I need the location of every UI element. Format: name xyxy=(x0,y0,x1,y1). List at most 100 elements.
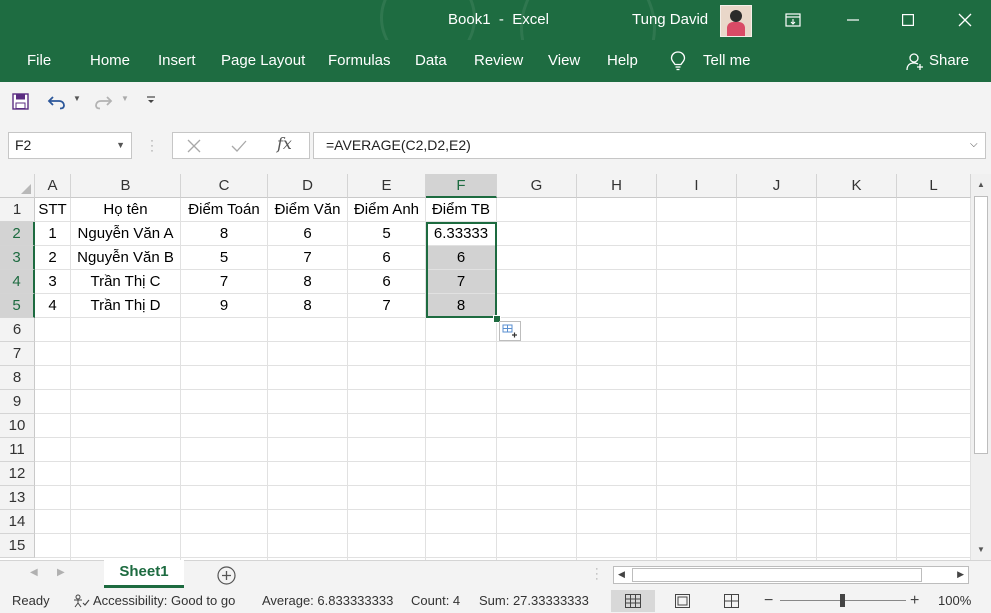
undo-icon[interactable] xyxy=(47,93,67,110)
redo-dropdown-icon[interactable]: ▼ xyxy=(121,94,129,103)
cell-e2[interactable]: 5 xyxy=(348,222,426,246)
row-header-13[interactable]: 13 xyxy=(0,486,35,510)
tab-page-layout[interactable]: Page Layout xyxy=(221,40,305,82)
cell-a5[interactable]: 4 xyxy=(35,294,71,318)
cell-e1[interactable]: Điểm Anh xyxy=(348,198,426,222)
row-header-12[interactable]: 12 xyxy=(0,462,35,486)
cell-b1[interactable]: Họ tên xyxy=(71,198,181,222)
row-header-7[interactable]: 7 xyxy=(0,342,35,366)
row-header-11[interactable]: 11 xyxy=(0,438,35,462)
cell-c5[interactable]: 9 xyxy=(181,294,268,318)
ribbon-display-options-button[interactable] xyxy=(770,0,816,40)
cell-f5[interactable]: 8 xyxy=(426,294,497,318)
scroll-right-icon[interactable]: ▶ xyxy=(957,569,964,580)
column-header-c[interactable]: C xyxy=(181,174,268,198)
undo-dropdown-icon[interactable]: ▼ xyxy=(73,94,81,103)
insert-function-button[interactable]: fx xyxy=(277,134,292,153)
scroll-left-icon[interactable]: ◀ xyxy=(618,569,625,580)
share-person-icon[interactable] xyxy=(906,53,924,71)
horizontal-scrollbar[interactable]: ◀ ▶ xyxy=(613,566,969,584)
save-icon[interactable] xyxy=(12,93,29,110)
row-header-3[interactable]: 3 xyxy=(0,246,35,270)
zoom-out-button[interactable]: − xyxy=(764,589,773,613)
accessibility-icon[interactable] xyxy=(72,594,90,608)
tab-home[interactable]: Home xyxy=(90,40,130,82)
column-header-f[interactable]: F xyxy=(426,174,497,198)
cell-b3[interactable]: Nguyễn Văn B xyxy=(71,246,181,270)
share-button[interactable]: Share xyxy=(929,40,969,82)
status-sum[interactable]: Sum: 27.33333333 xyxy=(479,589,589,613)
worksheet-grid[interactable]: A B C D E F G H I J K L 1 2 3 4 5 6 7 8 … xyxy=(0,174,991,560)
cell-b2[interactable]: Nguyễn Văn A xyxy=(71,222,181,246)
scroll-down-icon[interactable]: ▼ xyxy=(977,545,985,554)
page-break-preview-icon[interactable] xyxy=(724,594,739,608)
row-header-4[interactable]: 4 xyxy=(0,270,35,294)
enter-check-icon[interactable] xyxy=(231,139,247,153)
cell-e4[interactable]: 6 xyxy=(348,270,426,294)
column-header-e[interactable]: E xyxy=(348,174,426,198)
cell-a2[interactable]: 1 xyxy=(35,222,71,246)
vertical-scrollbar[interactable]: ▲ ▼ xyxy=(971,174,991,560)
tab-insert[interactable]: Insert xyxy=(158,40,196,82)
cell-c1[interactable]: Điểm Toán xyxy=(181,198,268,222)
cell-a4[interactable]: 3 xyxy=(35,270,71,294)
vertical-scroll-thumb[interactable] xyxy=(974,196,988,454)
row-header-10[interactable]: 10 xyxy=(0,414,35,438)
row-header-6[interactable]: 6 xyxy=(0,318,35,342)
column-header-b[interactable]: B xyxy=(71,174,181,198)
zoom-slider-thumb[interactable] xyxy=(840,594,845,607)
horizontal-scroll-thumb[interactable] xyxy=(632,568,922,582)
sheet-tab-sheet1[interactable]: Sheet1 xyxy=(104,560,184,588)
tab-formulas[interactable]: Formulas xyxy=(328,40,391,82)
tab-review[interactable]: Review xyxy=(474,40,523,82)
page-layout-view-icon[interactable] xyxy=(675,594,690,608)
previous-sheet-icon[interactable]: ◀ xyxy=(30,567,38,578)
cell-a3[interactable]: 2 xyxy=(35,246,71,270)
column-header-g[interactable]: G xyxy=(497,174,577,198)
cell-d2[interactable]: 6 xyxy=(268,222,348,246)
status-average[interactable]: Average: 6.833333333 xyxy=(262,589,393,613)
cell-d4[interactable]: 8 xyxy=(268,270,348,294)
row-header-14[interactable]: 14 xyxy=(0,510,35,534)
tab-help[interactable]: Help xyxy=(607,40,638,82)
tab-split-grip-icon[interactable]: · · · xyxy=(595,564,599,585)
column-header-h[interactable]: H xyxy=(577,174,657,198)
tab-file[interactable]: File xyxy=(27,40,51,82)
cell-f3[interactable]: 6 xyxy=(426,246,497,270)
cell-f4[interactable]: 7 xyxy=(426,270,497,294)
user-name[interactable]: Tung David xyxy=(632,0,708,40)
column-header-a[interactable]: A xyxy=(35,174,71,198)
column-header-d[interactable]: D xyxy=(268,174,348,198)
cell-b5[interactable]: Trần Thị D xyxy=(71,294,181,318)
status-count[interactable]: Count: 4 xyxy=(411,589,460,613)
maximize-button[interactable] xyxy=(885,0,931,40)
tell-me-search[interactable]: Tell me xyxy=(703,40,751,82)
row-header-5[interactable]: 5 xyxy=(0,294,35,318)
zoom-in-button[interactable]: + xyxy=(910,589,919,613)
cell-c2[interactable]: 8 xyxy=(181,222,268,246)
column-header-k[interactable]: K xyxy=(817,174,897,198)
row-header-2[interactable]: 2 xyxy=(0,222,35,246)
name-box[interactable]: F2 ▼ xyxy=(8,132,132,159)
next-sheet-icon[interactable]: ▶ xyxy=(57,567,65,578)
avatar[interactable] xyxy=(720,5,752,37)
redo-icon[interactable] xyxy=(93,93,113,110)
cancel-icon[interactable] xyxy=(187,139,201,153)
row-header-1[interactable]: 1 xyxy=(0,198,35,222)
cell-e3[interactable]: 6 xyxy=(348,246,426,270)
cell-a1[interactable]: STT xyxy=(35,198,71,222)
customize-toolbar-icon[interactable] xyxy=(146,95,156,105)
row-header-9[interactable]: 9 xyxy=(0,390,35,414)
column-header-j[interactable]: J xyxy=(737,174,817,198)
close-button[interactable] xyxy=(942,0,988,40)
cell-c4[interactable]: 7 xyxy=(181,270,268,294)
formula-input[interactable]: =AVERAGE(C2,D2,E2) xyxy=(313,132,986,159)
row-header-15[interactable]: 15 xyxy=(0,534,35,558)
cell-e5[interactable]: 7 xyxy=(348,294,426,318)
lightbulb-icon[interactable] xyxy=(670,51,686,71)
quick-analysis-button[interactable] xyxy=(499,321,521,341)
cell-f2[interactable]: 6.33333 xyxy=(426,222,497,246)
grip-dots-icon[interactable]: · · · xyxy=(150,134,154,156)
cell-c3[interactable]: 5 xyxy=(181,246,268,270)
cell-b4[interactable]: Trần Thị C xyxy=(71,270,181,294)
